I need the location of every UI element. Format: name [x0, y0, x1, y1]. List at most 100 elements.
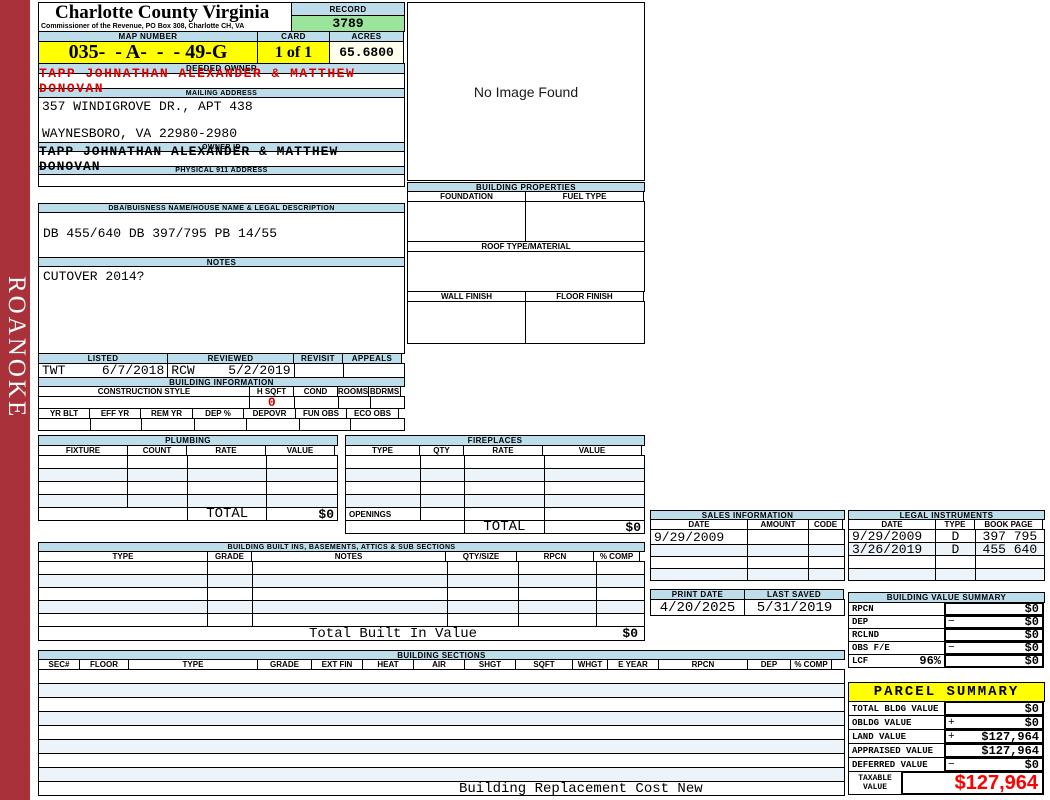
obs-fe-label: OBS F/E — [848, 641, 945, 655]
empty-cell — [39, 419, 91, 430]
last-saved-value: 5/31/2019 — [756, 600, 833, 615]
table-row — [38, 494, 338, 508]
empty-cell — [346, 456, 421, 468]
built-ins-table: BUILDING BUILT INS, BASEMENTS, ATTICS & … — [38, 542, 645, 641]
empty-cell — [142, 419, 196, 430]
building-value-summary-panel: BUILDING VALUE SUMMARY RPCN $0 DEP − $0 R… — [848, 592, 1045, 668]
empty-cell — [936, 569, 976, 580]
empty-cell — [448, 588, 520, 600]
empty-cell — [267, 469, 337, 481]
county-title: Charlotte County Virginia — [55, 2, 270, 23]
table-row — [38, 767, 845, 782]
empty-cell — [448, 601, 520, 613]
table-row — [38, 739, 845, 754]
empty-cell — [448, 575, 520, 587]
no-image-text: No Image Found — [473, 83, 579, 100]
col-rpcn: RPCN — [658, 659, 748, 670]
col-dep: DEP — [747, 659, 791, 670]
appeals-cell — [344, 364, 404, 377]
col-whgt: WHGT — [572, 659, 608, 670]
table-row — [345, 481, 645, 495]
empty-cell — [545, 456, 644, 468]
county-title-box: Charlotte County Virginia Commissioner o… — [38, 2, 292, 32]
col-eco-obs: ECO OBS — [346, 408, 399, 419]
empty-cell — [128, 495, 189, 507]
empty-cell — [188, 469, 268, 481]
legal-instruments-table: LEGAL INSTRUMENTS DATE TYPE BOOK PAGE 9/… — [848, 510, 1045, 581]
col-rate: RATE — [186, 445, 266, 456]
instrument-type: D — [936, 530, 976, 542]
floor-finish-label: FLOOR FINISH — [525, 291, 644, 302]
table-row — [38, 468, 338, 482]
empty-cell — [267, 495, 337, 507]
empty-cell — [597, 614, 644, 626]
summary-row: TOTAL BLDG VALUE $0 — [848, 701, 1045, 716]
empty-cell — [208, 562, 254, 574]
summary-row: RPCN $0 — [848, 602, 1045, 616]
empty-cell — [39, 726, 844, 739]
wall-finish-label: WALL FINISH — [407, 291, 526, 302]
col-type: TYPE — [38, 551, 208, 562]
col-air: AIR — [413, 659, 465, 670]
total-bldg-value: $0 — [1024, 701, 1039, 716]
col-e-year: E YEAR — [607, 659, 659, 670]
summary-row: OBLDG VALUE + $0 — [848, 715, 1045, 730]
plumbing-total-value: $0 — [318, 508, 334, 520]
empty-cell — [651, 557, 748, 568]
instrument-book-page: 455 640 — [982, 543, 1038, 555]
table-row — [345, 494, 645, 508]
col-rem-yr: REM YR — [140, 408, 193, 419]
built-ins-total-row: Total Built In Value $0 — [38, 626, 645, 641]
col-value: VALUE — [265, 445, 335, 456]
empty-cell — [465, 456, 545, 468]
mailing-address-box: 357 WINDIGROVE DR., APT 438 WAYNESBORO, … — [38, 97, 405, 143]
instrument-date: 3/26/2019 — [849, 543, 937, 555]
summary-row: OBS F/E − $0 — [848, 641, 1045, 655]
empty-cell — [39, 588, 209, 600]
sales-information-table: SALES INFORMATION DATE AMOUNT CODE 9/29/… — [650, 510, 845, 581]
plumbing-total-label: TOTAL — [188, 508, 268, 520]
col-qty: QTY — [419, 445, 464, 456]
empty-cell — [39, 712, 844, 725]
minus-sign: − — [948, 616, 955, 628]
table-row — [38, 697, 845, 712]
empty-cell — [545, 482, 644, 494]
empty-cell — [421, 508, 466, 520]
col-rate: RATE — [463, 445, 543, 456]
empty-cell — [39, 562, 209, 574]
col-date: DATE — [650, 519, 748, 530]
property-record-card: ROANOKE Charlotte County Virginia Commis… — [0, 0, 1050, 800]
table-row — [650, 556, 845, 569]
taxable-value-row: TAXABLE VALUE $127,964 — [848, 771, 1045, 795]
table-row — [38, 683, 845, 698]
reviewed-by: RCW — [171, 364, 195, 377]
last-saved-label: LAST SAVED — [744, 589, 844, 600]
card-value: 1 of 1 — [257, 41, 330, 64]
notes-value: CUTOVER 2014? — [38, 266, 405, 354]
lcf-percent: 96% — [919, 654, 941, 668]
legal-instrument-row: 3/26/2019 D 455 640 — [848, 542, 1045, 556]
col-ext-fin: EXT FIN — [311, 659, 363, 670]
empty-cell — [346, 495, 421, 507]
openings-row: OPENINGS — [345, 507, 645, 521]
empty-cell — [809, 545, 844, 556]
empty-cell — [39, 670, 844, 683]
dep-label: DEP — [848, 615, 945, 629]
obldg-value: $0 — [1024, 715, 1039, 730]
col-shgt: SHGT — [464, 659, 516, 670]
reviewed-date: 5/2/2019 — [228, 364, 291, 377]
legal-instrument-row: 9/29/2009 D 397 795 — [848, 529, 1045, 543]
plus-sign: + — [948, 730, 955, 743]
col-floor: FLOOR — [79, 659, 129, 670]
lcf-value: $0 — [1024, 654, 1039, 668]
listed-date: 6/7/2018 — [101, 364, 165, 377]
reviewed-cell: RCW 5/2/2019 — [168, 364, 295, 377]
legal-notes-panel: DBA/BUISNESS NAME/HOUSE NAME & LEGAL DES… — [38, 203, 405, 431]
table-row — [38, 669, 845, 684]
empty-cell — [195, 419, 247, 430]
foundation-value — [408, 202, 526, 241]
col-fun-obs: FUN OBS — [295, 408, 347, 419]
empty-cell — [39, 456, 129, 468]
table-row — [38, 725, 845, 740]
empty-cell — [128, 456, 189, 468]
